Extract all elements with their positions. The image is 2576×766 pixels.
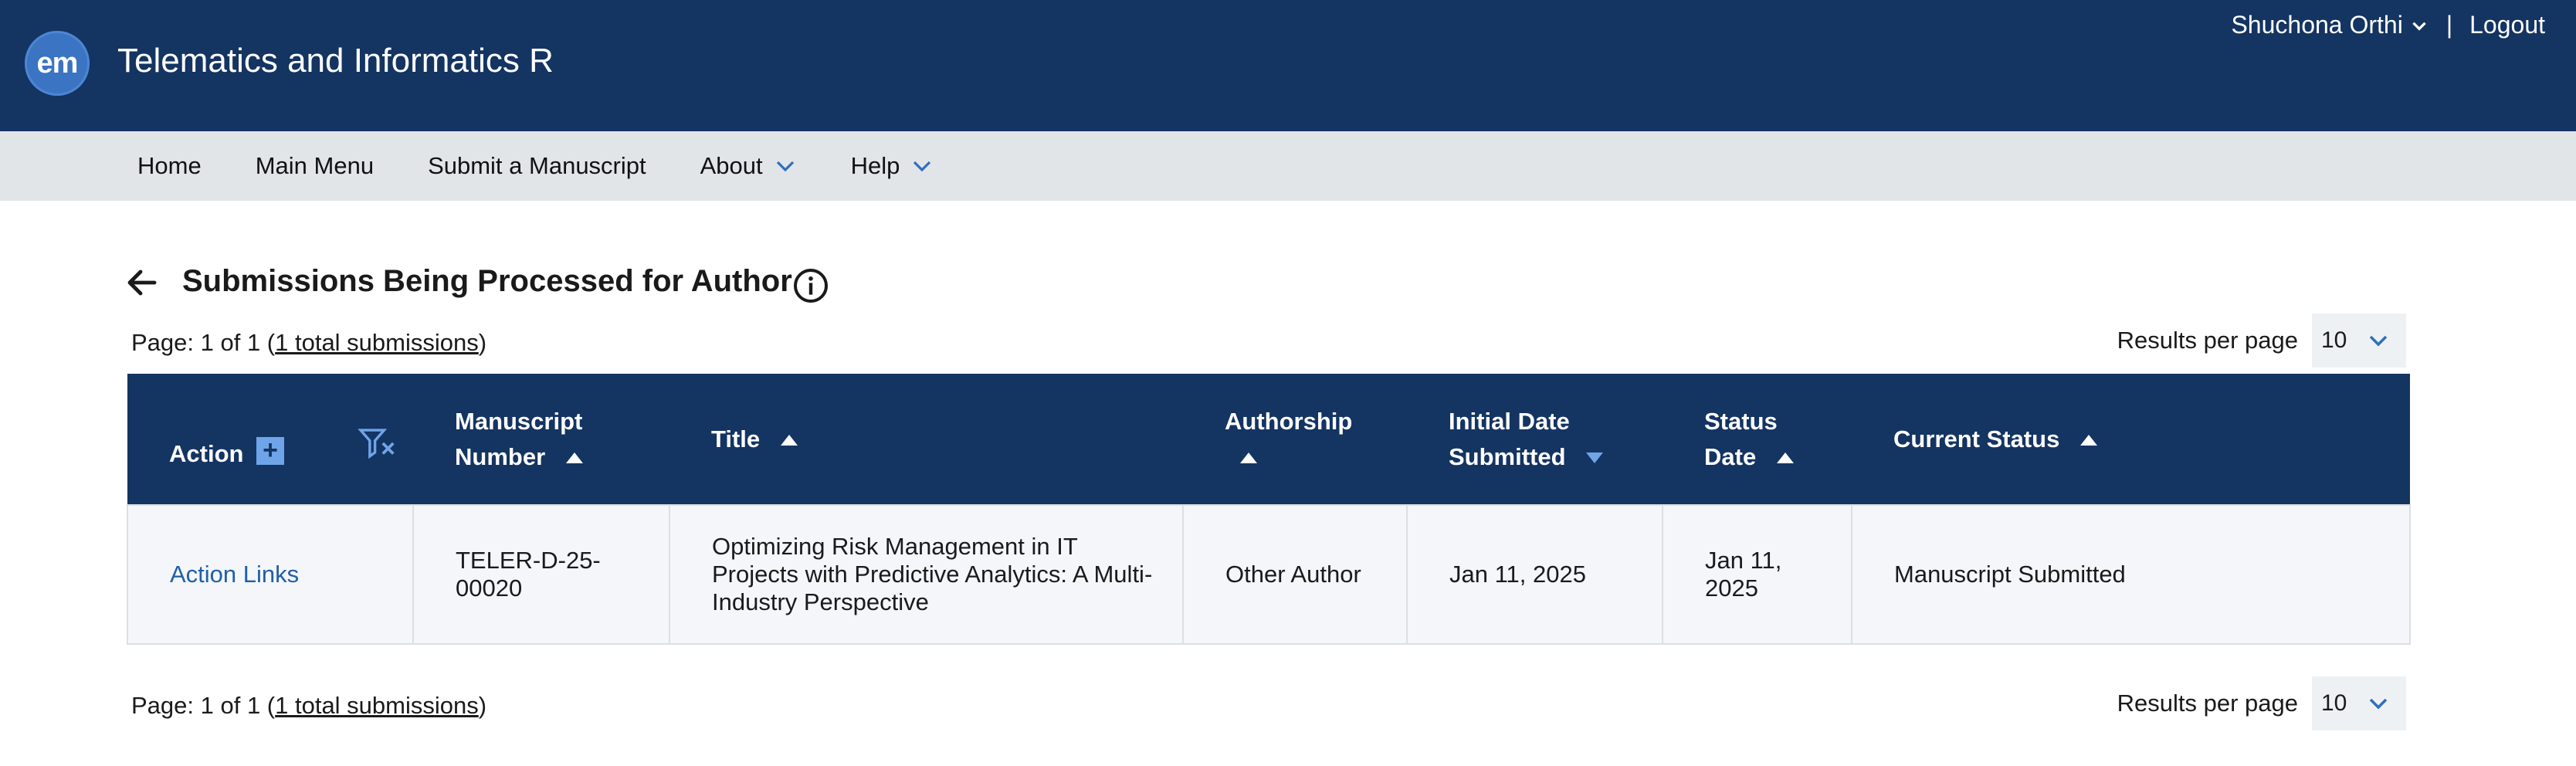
title-header-label: Title bbox=[711, 425, 761, 452]
pager-suffix: ) bbox=[478, 329, 487, 356]
total-submissions-link[interactable]: 1 total submissions bbox=[275, 692, 479, 719]
initial-date-header-line2: Submitted bbox=[1449, 442, 1566, 470]
results-per-page-select[interactable]: 10 bbox=[2312, 676, 2406, 730]
pager-prefix: Page: 1 of 1 ( bbox=[131, 329, 276, 356]
status-date-header-line1: Status bbox=[1704, 407, 1778, 435]
results-per-page-top: Results per page 10 bbox=[2117, 314, 2406, 368]
status-date-header-line2: Date bbox=[1704, 442, 1757, 470]
nav-about-label: About bbox=[700, 152, 763, 179]
initial-date-header-line1: Initial Date bbox=[1449, 407, 1570, 435]
user-menu-area: Shuchona Orthi | Logout bbox=[2231, 11, 2545, 39]
current-status-header-label: Current Status bbox=[1893, 425, 2060, 452]
manuscript-number-header-line1: Manuscript bbox=[455, 407, 583, 435]
cell-status-date: Jan 11, 2025 bbox=[1662, 504, 1852, 645]
header-separator: | bbox=[2446, 11, 2453, 39]
manuscript-number-header-line2: Number bbox=[455, 442, 546, 470]
sort-ascending-icon[interactable] bbox=[779, 433, 799, 447]
cell-authorship: Other Author bbox=[1182, 504, 1408, 645]
pagination-summary-bottom: Page: 1 of 1 (1 total submissions) bbox=[131, 692, 486, 720]
top-header-bar: em Telematics and Informatics R Shuchona… bbox=[0, 0, 2576, 131]
cell-initial-date: Jan 11, 2025 bbox=[1406, 504, 1663, 645]
results-per-page-value: 10 bbox=[2321, 327, 2347, 353]
authorship-header-label: Authorship bbox=[1225, 407, 1353, 435]
clear-filter-icon[interactable] bbox=[358, 426, 398, 460]
column-header-authorship[interactable]: Authorship bbox=[1183, 374, 1407, 505]
sort-ascending-icon[interactable] bbox=[564, 451, 585, 465]
sort-ascending-icon[interactable] bbox=[1775, 451, 1795, 465]
back-arrow-icon[interactable] bbox=[124, 264, 161, 301]
nav-help-label: Help bbox=[850, 152, 900, 179]
logout-link[interactable]: Logout bbox=[2469, 11, 2545, 39]
chevron-down-icon bbox=[913, 161, 931, 172]
action-header-label: Action bbox=[169, 440, 244, 467]
info-icon[interactable] bbox=[792, 267, 829, 304]
user-name-label: Shuchona Orthi bbox=[2231, 11, 2403, 39]
pager-prefix: Page: 1 of 1 ( bbox=[131, 692, 276, 719]
cell-title: Optimizing Risk Management in IT Project… bbox=[669, 504, 1184, 645]
cell-manuscript-number: TELER-D-25-00020 bbox=[412, 504, 670, 645]
pagination-summary-top: Page: 1 of 1 (1 total submissions) bbox=[131, 329, 486, 357]
chevron-down-icon bbox=[2370, 698, 2388, 710]
nav-home[interactable]: Home bbox=[137, 152, 202, 180]
chevron-down-icon bbox=[776, 161, 794, 172]
cell-action: Action Links bbox=[127, 504, 414, 645]
action-links-link[interactable]: Action Links bbox=[170, 561, 299, 588]
results-per-page-label: Results per page bbox=[2117, 327, 2298, 354]
nav-main-menu-label: Main Menu bbox=[255, 152, 375, 179]
column-header-current-status[interactable]: Current Status bbox=[1852, 374, 2410, 505]
nav-home-label: Home bbox=[137, 152, 202, 179]
sort-ascending-icon[interactable] bbox=[2079, 433, 2099, 447]
page-title: Submissions Being Processed for Author bbox=[182, 264, 792, 298]
editorial-manager-logo[interactable]: em bbox=[25, 31, 90, 96]
pager-suffix: ) bbox=[478, 692, 487, 719]
column-header-initial-date[interactable]: Initial Date Submitted bbox=[1407, 374, 1663, 505]
expand-all-plus-icon[interactable]: + bbox=[256, 436, 285, 465]
journal-title: Telematics and Informatics R bbox=[117, 42, 554, 80]
results-per-page-value: 10 bbox=[2321, 690, 2347, 716]
nav-help-dropdown[interactable]: Help bbox=[851, 152, 934, 180]
results-per-page-select[interactable]: 10 bbox=[2312, 314, 2406, 368]
nav-submit-manuscript[interactable]: Submit a Manuscript bbox=[428, 152, 646, 180]
submissions-table: Action + Manuscript Number Title Authors… bbox=[127, 374, 2411, 645]
total-submissions-link[interactable]: 1 total submissions bbox=[275, 329, 479, 356]
main-navigation: Home Main Menu Submit a Manuscript About… bbox=[0, 131, 2576, 201]
sort-descending-icon[interactable] bbox=[1585, 451, 1605, 465]
results-per-page-bottom: Results per page 10 bbox=[2117, 676, 2406, 730]
nav-about-dropdown[interactable]: About bbox=[700, 152, 797, 180]
cell-current-status: Manuscript Submitted bbox=[1851, 504, 2411, 645]
user-menu-button[interactable]: Shuchona Orthi bbox=[2231, 11, 2429, 39]
column-header-manuscript-number[interactable]: Manuscript Number bbox=[413, 374, 669, 505]
column-header-status-date[interactable]: Status Date bbox=[1663, 374, 1852, 505]
chevron-down-icon bbox=[2412, 22, 2426, 31]
nav-main-menu[interactable]: Main Menu bbox=[256, 152, 374, 180]
sort-ascending-icon[interactable] bbox=[1239, 451, 1259, 465]
chevron-down-icon bbox=[2370, 335, 2388, 347]
nav-submit-label: Submit a Manuscript bbox=[428, 152, 646, 179]
column-header-title[interactable]: Title bbox=[669, 374, 1183, 505]
results-per-page-label: Results per page bbox=[2117, 690, 2298, 717]
table-header-row: Action + Manuscript Number Title Authors… bbox=[127, 374, 2410, 505]
column-header-action: Action + bbox=[127, 374, 413, 505]
table-row: Action Links TELER-D-25-00020 Optimizing… bbox=[127, 504, 2411, 645]
